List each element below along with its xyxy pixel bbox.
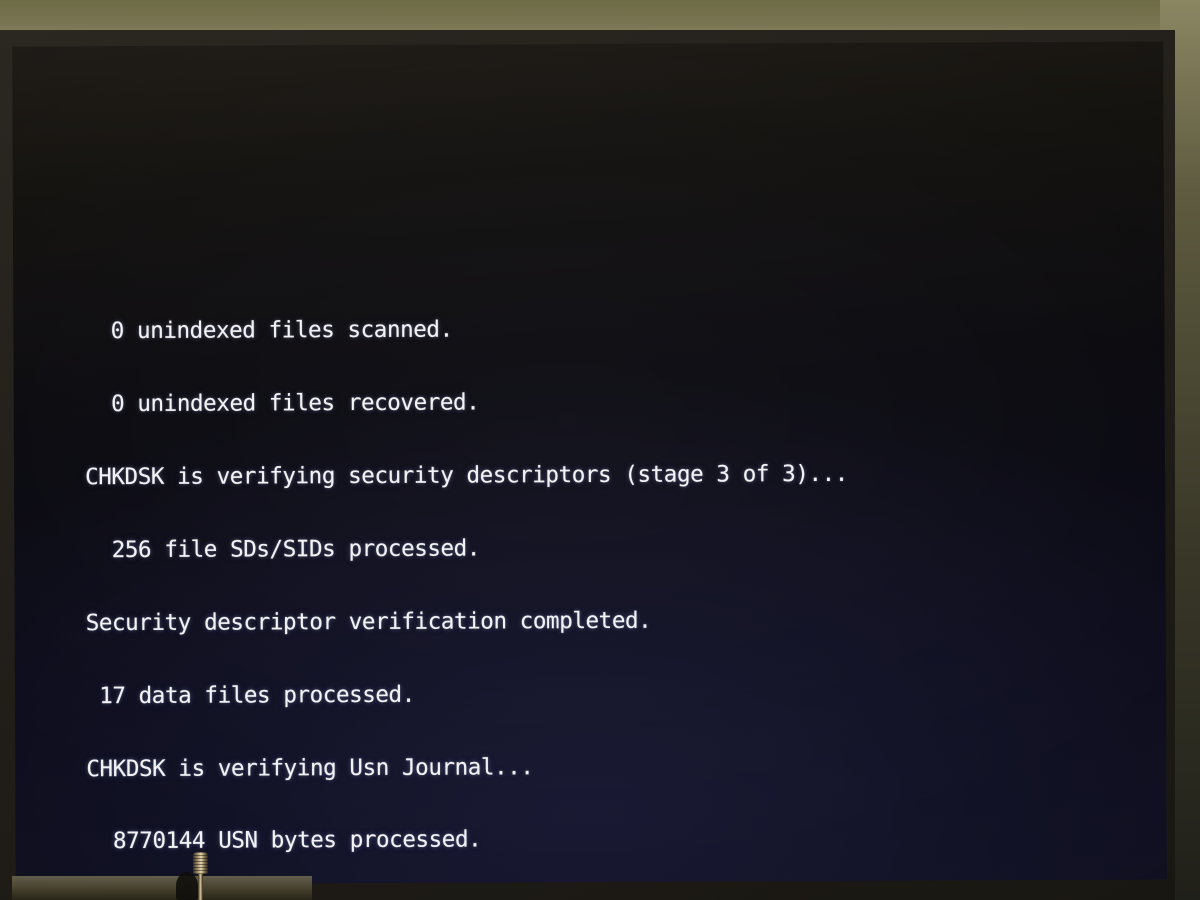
console-line: Security descriptor verification complet… [85, 607, 652, 636]
console-line: 256 file SDs/SIDs processed. [85, 535, 481, 564]
console-line: CHKDSK is verifying security descriptors… [85, 460, 848, 491]
console-line: 17 data files processed. [85, 681, 415, 709]
antenna-knob [193, 852, 208, 874]
monitor-foot [12, 876, 312, 900]
monitor-bezel: 0 unindexed files scanned. 0 unindexed f… [0, 30, 1175, 900]
antenna-shadow [176, 872, 198, 900]
console-line: 8770144 USN bytes processed. [86, 826, 482, 855]
console-line: 0 unindexed files scanned. [84, 316, 453, 345]
console-line: 0 unindexed files recovered. [84, 389, 480, 418]
chkdsk-console-output: 0 unindexed files scanned. 0 unindexed f… [84, 217, 1167, 884]
monitor-screen[interactable]: 0 unindexed files scanned. 0 unindexed f… [12, 41, 1167, 885]
console-line: CHKDSK is verifying Usn Journal... [86, 753, 534, 782]
monitor-photo: 0 unindexed files scanned. 0 unindexed f… [0, 0, 1200, 900]
